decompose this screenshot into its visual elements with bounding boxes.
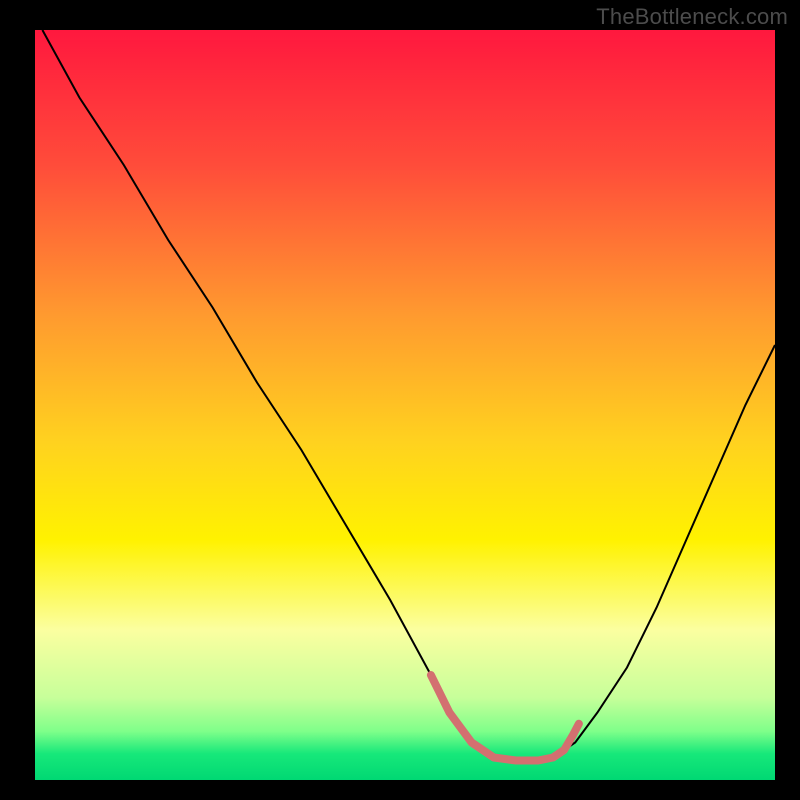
chart-stage: TheBottleneck.com [0,0,800,800]
watermark-text: TheBottleneck.com [596,4,788,30]
bottleneck-chart [0,0,800,800]
gradient-background [35,30,775,780]
